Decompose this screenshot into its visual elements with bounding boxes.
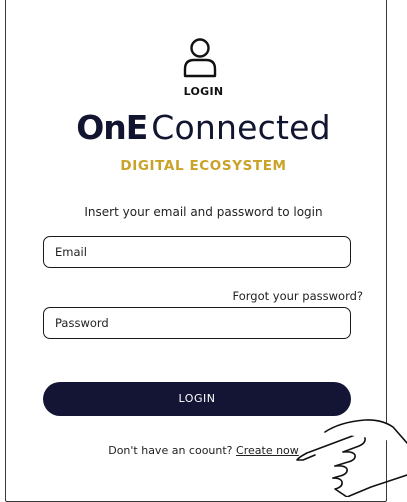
- no-account-text: Don't have an coount?: [108, 444, 233, 457]
- email-field[interactable]: Email: [43, 236, 351, 268]
- forgot-password-link[interactable]: Forgot your password?: [233, 289, 363, 303]
- login-instruction: Insert your email and password to login: [84, 205, 323, 219]
- logo-one-text: OnE: [76, 108, 148, 147]
- email-placeholder: Email: [55, 245, 87, 259]
- logo-tagline: DIGITAL ECOSYSTEM: [120, 158, 287, 174]
- brand-logo: OnE Connected: [0, 108, 407, 147]
- pointing-hand-icon: [296, 419, 407, 497]
- password-placeholder: Password: [55, 316, 109, 330]
- user-icon: [183, 38, 217, 78]
- password-field[interactable]: Password: [43, 307, 351, 339]
- logo-connected-text: Connected: [151, 108, 331, 147]
- login-heading: LOGIN: [183, 85, 224, 98]
